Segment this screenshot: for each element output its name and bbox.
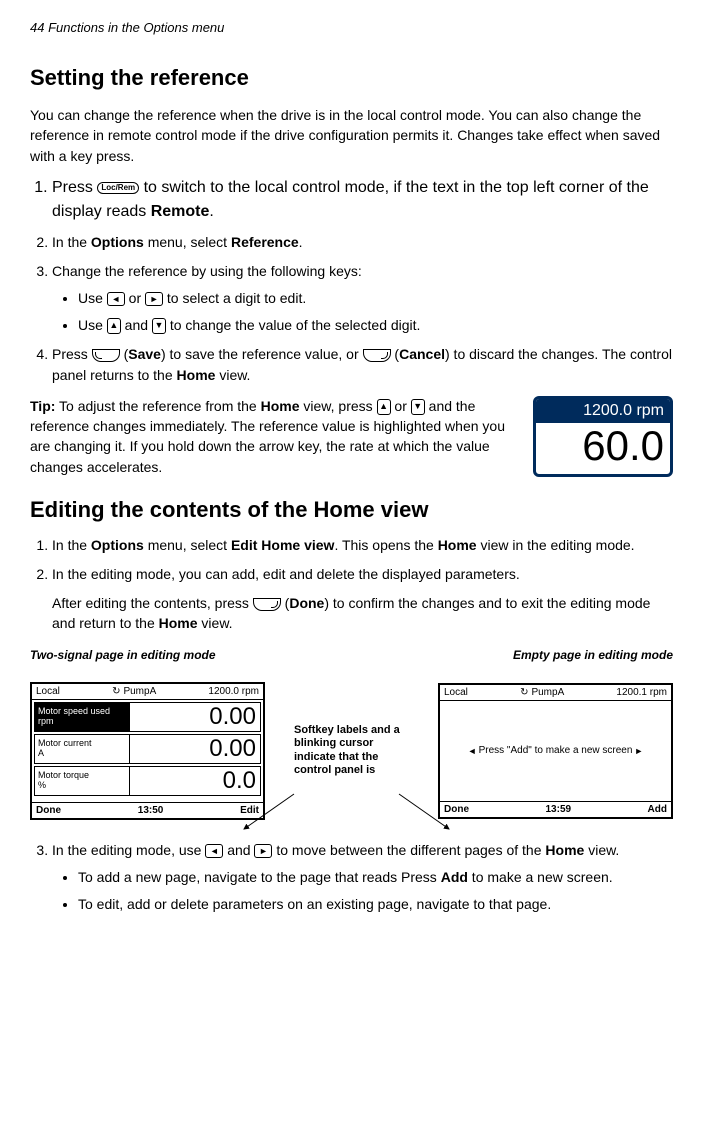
panel2-hdr-right: 1200.1 rpm bbox=[616, 687, 667, 698]
step-1: Press Loc/Rem to switch to the local con… bbox=[52, 176, 673, 224]
panel1-softkey-left[interactable]: Done bbox=[36, 805, 61, 816]
edit-step-3: In the editing mode, use ◄ and ► to move… bbox=[52, 840, 673, 915]
edit-step-3-bullet-2: To edit, add or delete parameters on an … bbox=[78, 894, 673, 915]
heading-setting-reference: Setting the reference bbox=[30, 65, 673, 91]
edit-step-2: In the editing mode, you can add, edit a… bbox=[52, 564, 673, 634]
panel1-time: 13:50 bbox=[138, 805, 164, 816]
up-arrow-key-icon: ▲ bbox=[377, 399, 391, 415]
step-2: In the Options menu, select Reference. bbox=[52, 232, 673, 253]
rpm-actual-value: 60.0 bbox=[536, 423, 670, 469]
right-softkey-icon bbox=[253, 598, 281, 611]
heading-editing-home-view: Editing the contents of the Home view bbox=[30, 497, 673, 523]
panel1-hdr-mid: PumpA bbox=[123, 686, 156, 697]
edit-step-1: In the Options menu, select Edit Home vi… bbox=[52, 535, 673, 556]
rpm-reference-value: 1200.0 rpm bbox=[536, 399, 670, 423]
panel1-hdr-right: 1200.0 rpm bbox=[208, 686, 259, 697]
label-two-signal-page: Two-signal page in editing mode bbox=[30, 648, 216, 662]
right-triangle-icon: ► bbox=[634, 746, 643, 756]
down-arrow-key-icon: ▼ bbox=[411, 399, 425, 415]
param-row-1: Motor speed usedrpm 0.00 bbox=[34, 702, 261, 732]
edit-step-3-bullet-1: To add a new page, navigate to the page … bbox=[78, 867, 673, 888]
panel-two-signal: Local ↻PumpA 1200.0 rpm Motor speed used… bbox=[30, 682, 265, 820]
panel2-body-text: Press "Add" to make a new screen bbox=[479, 745, 633, 756]
step-3: Change the reference by using the follow… bbox=[52, 261, 673, 336]
editing-home-steps-cont: In the editing mode, use ◄ and ► to move… bbox=[52, 840, 673, 915]
left-triangle-icon: ◄ bbox=[468, 746, 477, 756]
annotation-text: Softkey labels and a blinking cursor ind… bbox=[294, 724, 409, 777]
loc-rem-key-icon: Loc/Rem bbox=[97, 182, 139, 194]
right-arrow-key-icon: ► bbox=[145, 292, 163, 306]
right-arrow-key-icon: ► bbox=[254, 844, 272, 858]
right-softkey-icon bbox=[363, 349, 391, 362]
step-3-bullet-2: Use ▲ and ▼ to change the value of the s… bbox=[78, 315, 673, 336]
panel2-softkey-right[interactable]: Add bbox=[648, 804, 667, 815]
editing-home-steps: In the Options menu, select Edit Home vi… bbox=[52, 535, 673, 634]
rpm-display-widget: 1200.0 rpm 60.0 bbox=[533, 396, 673, 477]
panel2-hdr-mid: PumpA bbox=[531, 687, 564, 698]
panel1-hdr-left: Local bbox=[36, 686, 60, 697]
page-header: 44 Functions in the Options menu bbox=[30, 20, 673, 35]
panel2-time: 13:59 bbox=[545, 804, 571, 815]
refresh-icon: ↻ bbox=[112, 686, 120, 697]
panel2-hdr-left: Local bbox=[444, 687, 468, 698]
left-arrow-key-icon: ◄ bbox=[205, 844, 223, 858]
panel-empty: Local ↻PumpA 1200.1 rpm ◄ Press "Add" to… bbox=[438, 683, 673, 819]
param-row-3: Motor torque% 0.0 bbox=[34, 766, 261, 796]
intro-paragraph: You can change the reference when the dr… bbox=[30, 105, 673, 166]
step-3-bullet-1: Use ◄ or ► to select a digit to edit. bbox=[78, 288, 673, 309]
left-softkey-icon bbox=[92, 349, 120, 362]
tip-paragraph: Tip: To adjust the reference from the Ho… bbox=[30, 396, 518, 477]
setting-reference-steps: Press Loc/Rem to switch to the local con… bbox=[52, 176, 673, 386]
label-empty-page: Empty page in editing mode bbox=[513, 648, 673, 662]
up-arrow-key-icon: ▲ bbox=[107, 318, 121, 334]
down-arrow-key-icon: ▼ bbox=[152, 318, 166, 334]
refresh-icon: ↻ bbox=[520, 687, 528, 698]
param-row-2: Motor currentA 0.00 bbox=[34, 734, 261, 764]
step-4: Press (Save) to save the reference value… bbox=[52, 344, 673, 386]
left-arrow-key-icon: ◄ bbox=[107, 292, 125, 306]
